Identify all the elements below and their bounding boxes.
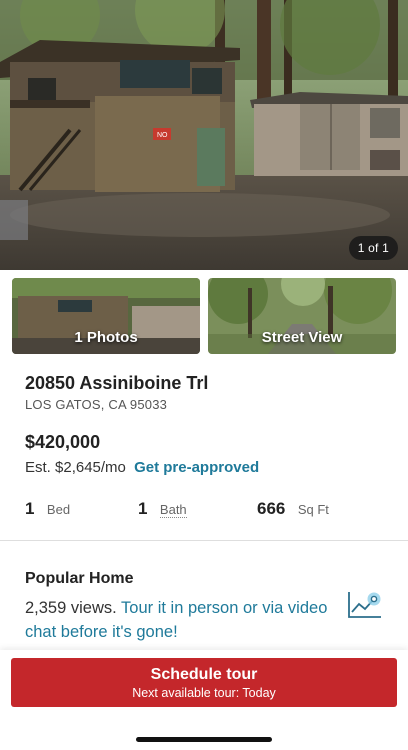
baths-value: 1 (138, 499, 148, 518)
beds-stat: 1 Bed (25, 499, 70, 519)
sqft-stat: 666 Sq Ft (257, 499, 329, 519)
media-thumbnails: 1 Photos Street View (12, 278, 396, 354)
schedule-tour-label: Schedule tour (150, 666, 258, 683)
photo-counter-badge: 1 of 1 (348, 236, 398, 260)
svg-text:NO: NO (157, 132, 168, 139)
beds-label: Bed (46, 501, 71, 517)
house-photo: NO (0, 0, 408, 270)
section-divider (0, 540, 408, 541)
sqft-value: 666 (257, 499, 286, 518)
popular-home-text: 2,359 views. Tour it in person or via vi… (25, 596, 345, 644)
chart-trend-icon (348, 592, 381, 618)
listing-address: 20850 Assiniboine Trl (25, 373, 209, 393)
street-view-thumbnail-label: Street View (261, 329, 343, 346)
listing-hero-photo[interactable]: NO 1 of 1 (0, 0, 408, 270)
views-count: 2,359 views. (25, 599, 117, 617)
listing-city-state-zip: LOS GATOS, CA 95033 (25, 397, 168, 412)
baths-label[interactable]: Bath (159, 501, 187, 518)
street-view-thumbnail[interactable]: Street View (208, 278, 396, 354)
photos-thumbnail-label: 1 Photos (74, 329, 138, 346)
get-pre-approved-link[interactable]: Get pre-approved (134, 459, 259, 476)
estimate-row: Est. $2,645/mo Get pre-approved (25, 459, 259, 476)
photos-thumbnail[interactable]: 1 Photos (12, 278, 200, 354)
schedule-tour-button[interactable]: Schedule tour Next available tour: Today (11, 658, 397, 707)
listing-price: $420,000 (25, 432, 101, 452)
sqft-label: Sq Ft (297, 501, 329, 517)
home-indicator[interactable] (136, 737, 272, 742)
popular-home-title: Popular Home (25, 570, 134, 587)
baths-stat[interactable]: 1 Bath (138, 499, 187, 519)
beds-value: 1 (25, 499, 35, 518)
next-available-tour-label: Next available tour: Today (132, 686, 276, 700)
listing-stats: 1 Bed 1 Bath 666 Sq Ft (25, 499, 385, 523)
monthly-estimate: Est. $2,645/mo (25, 459, 126, 476)
